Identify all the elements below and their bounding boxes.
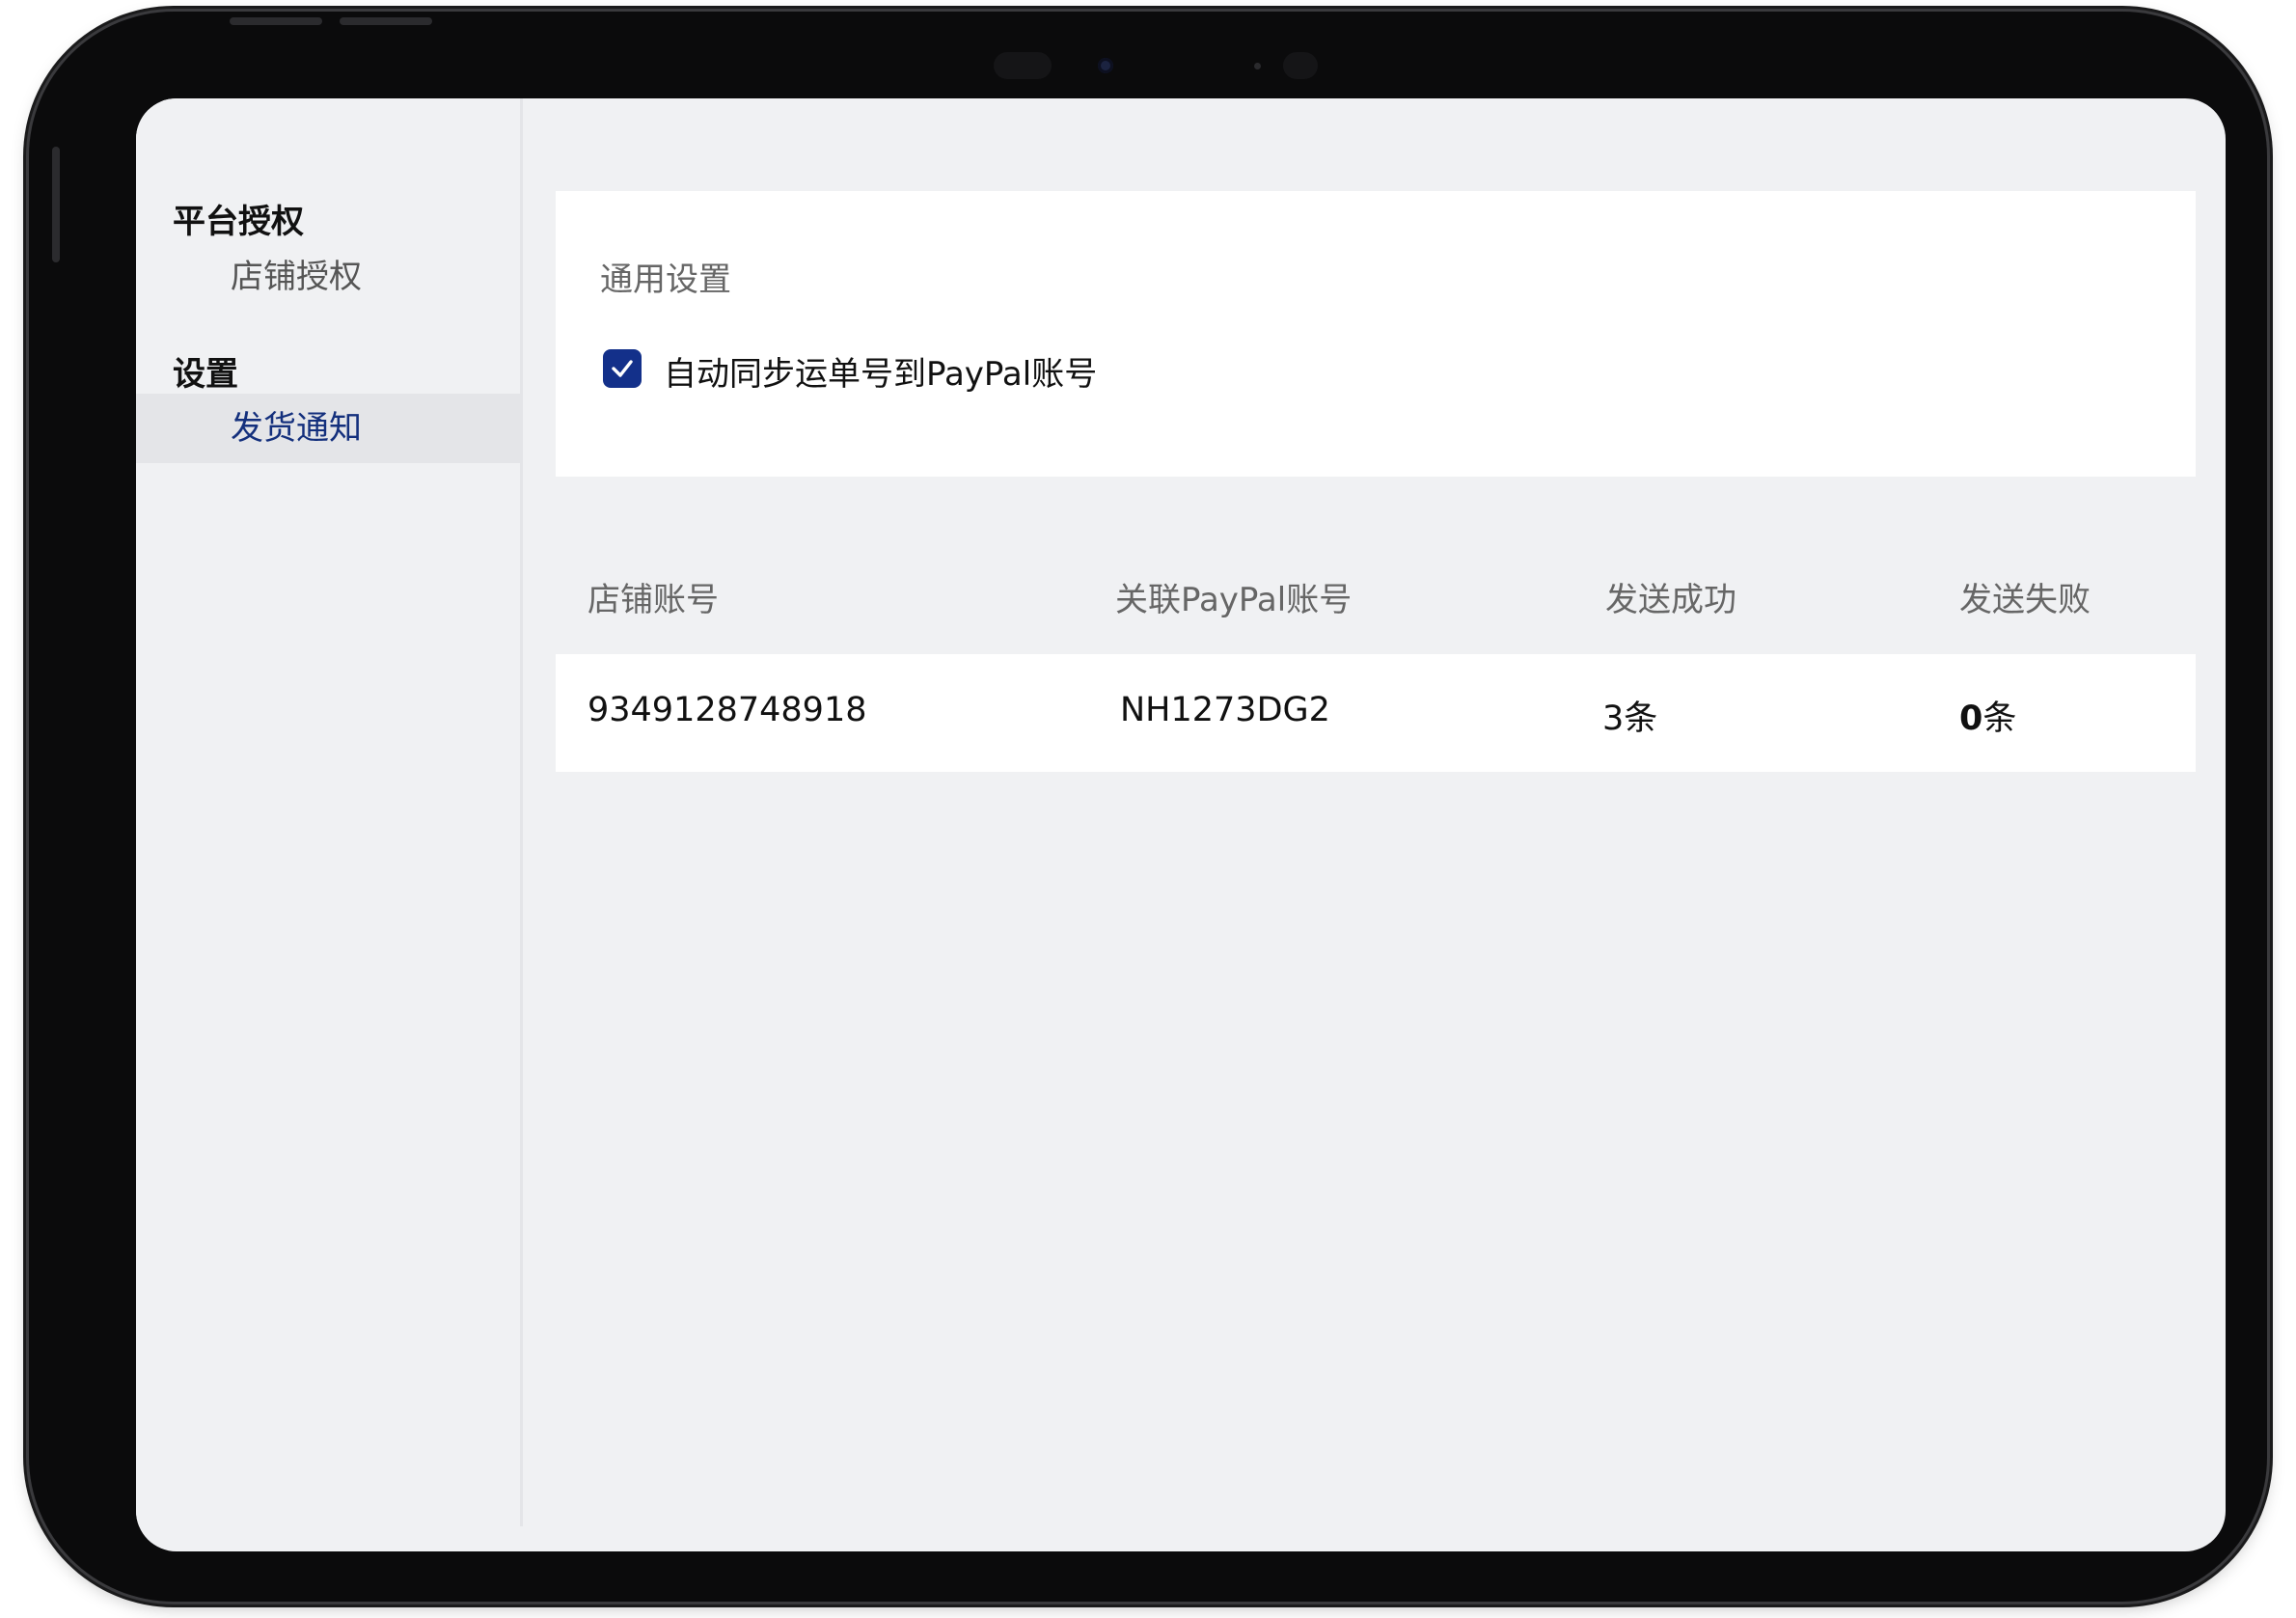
nav-group-settings: 设置: [173, 355, 238, 394]
column-header-paypal-account: 关联PayPal账号: [1115, 581, 1353, 619]
card-title: 通用设置: [600, 261, 731, 299]
main-content: 通用设置 自动同步运单号到PayPal账号 店铺账号 关联PayPal账号 发送…: [556, 98, 2196, 1526]
sidebar-item-shipping-notice[interactable]: 发货通知: [136, 394, 520, 463]
table-header: 店铺账号 关联PayPal账号 发送成功 发送失败: [556, 565, 2196, 633]
fail-count: 0: [1959, 699, 1983, 738]
app-screen: 平台授权 店铺授权 设置 发货通知 通用设置 自动同步运单号到PayPal账号 …: [136, 98, 2226, 1551]
general-settings-card: 通用设置 自动同步运单号到PayPal账号: [556, 191, 2196, 477]
nav-group-platform-auth: 平台授权: [173, 203, 304, 241]
table-row: 9349128748918 NH1273DG2 3条 0条: [556, 654, 2196, 772]
fail-unit: 条: [1982, 699, 2017, 738]
camera-lens-icon: [1098, 58, 1113, 73]
send-success-cell: 3条: [1602, 691, 1657, 740]
column-header-store-account: 店铺账号: [588, 581, 719, 619]
success-unit: 条: [1624, 699, 1658, 738]
column-header-send-fail: 发送失败: [1959, 581, 2091, 619]
auto-sync-label[interactable]: 自动同步运单号到PayPal账号: [664, 347, 1097, 395]
store-account-cell: 9349128748918: [588, 691, 867, 729]
sensor-dot: [1254, 63, 1261, 69]
paypal-account-cell: NH1273DG2: [1120, 691, 1330, 729]
sensor-pill: [994, 52, 1052, 79]
camera-bar: [994, 48, 1341, 83]
column-header-send-success: 发送成功: [1605, 581, 1736, 619]
sidebar-item-store-auth[interactable]: 店铺授权: [136, 242, 520, 312]
sensor-pill-small: [1283, 52, 1318, 79]
volume-down-button: [340, 17, 432, 25]
auto-sync-checkbox[interactable]: [603, 349, 642, 388]
checkmark-icon: [612, 360, 633, 377]
sidebar: 平台授权 店铺授权 设置 发货通知: [136, 98, 523, 1526]
success-count: 3: [1602, 699, 1625, 738]
send-fail-cell: 0条: [1959, 691, 2016, 740]
power-button: [52, 147, 60, 262]
volume-up-button: [230, 17, 322, 25]
tablet-frame: 平台授权 店铺授权 设置 发货通知 通用设置 自动同步运单号到PayPal账号 …: [29, 12, 2267, 1602]
